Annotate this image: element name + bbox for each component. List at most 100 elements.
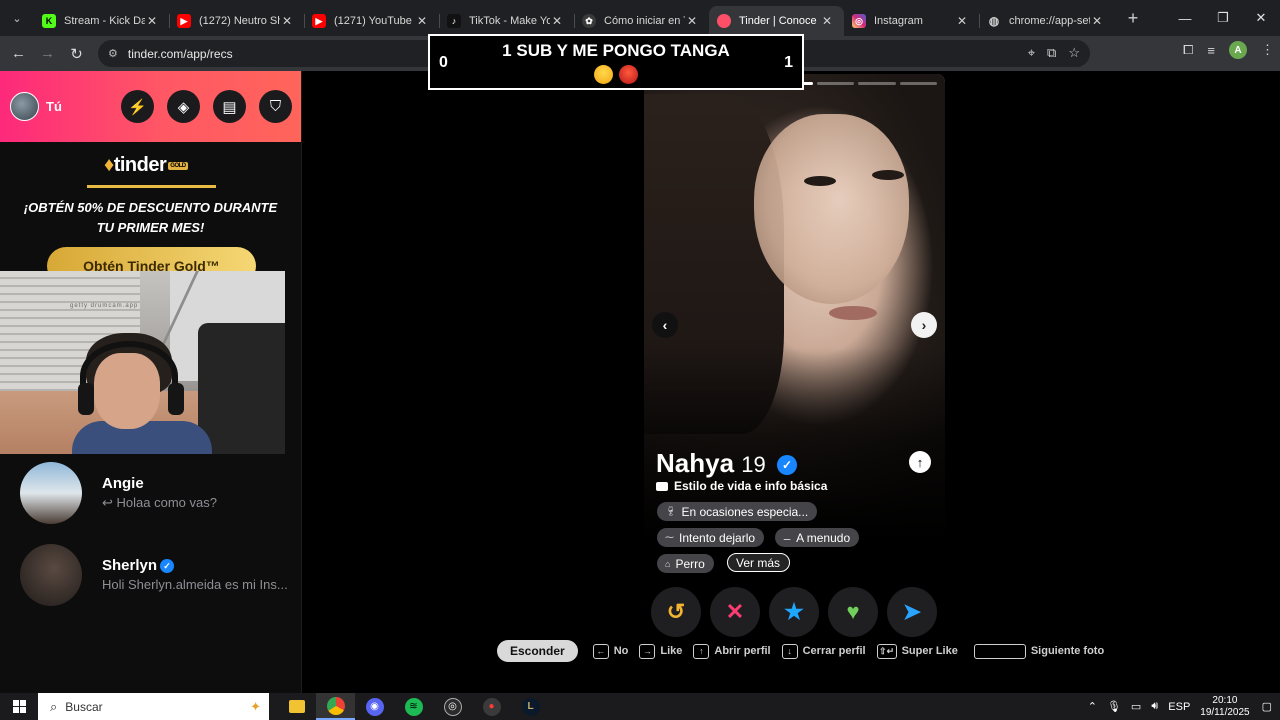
windows-start-icon[interactable] [0, 693, 38, 720]
user-avatar[interactable] [10, 92, 39, 121]
overlay-emojis [594, 65, 638, 84]
tab-tinder[interactable]: Tinder | Conoce a gente ✕ [709, 6, 844, 36]
match-item-sherlyn[interactable]: Sherlyn ✓ Holi Sherlyn.almeida es mi Ins.… [0, 544, 302, 614]
close-window-icon[interactable]: ✕ [1242, 0, 1280, 36]
see-more-button[interactable]: Ver más [727, 553, 791, 572]
chrome-icon[interactable] [316, 693, 355, 720]
taskbar-clock[interactable]: 20:10 19/11/2025 [1200, 695, 1249, 719]
photo-eye [872, 170, 904, 180]
open-profile-icon[interactable]: ↑ [909, 451, 931, 473]
search-placeholder: Buscar [65, 699, 103, 714]
boost-icon[interactable]: ⚡ [121, 90, 154, 123]
youtube-icon: ▶ [312, 14, 326, 28]
close-tab-icon[interactable]: ✕ [415, 14, 429, 28]
microphone-icon[interactable]: 🎙︎ [1107, 700, 1121, 713]
send-boost-button[interactable]: ➤ [887, 587, 937, 637]
back-icon[interactable]: ← [4, 39, 33, 69]
nope-button[interactable]: ✕ [710, 587, 760, 637]
close-tab-icon[interactable]: ✕ [955, 14, 969, 28]
like-button[interactable]: ♥ [828, 587, 878, 637]
forward-icon[interactable]: → [33, 39, 62, 69]
close-tab-icon[interactable]: ✕ [280, 14, 294, 28]
site-info-icon[interactable]: ⚙ [108, 47, 118, 60]
install-app-icon[interactable]: ⧉ [1047, 45, 1056, 61]
hint-next-photo: Siguiente foto [973, 643, 1104, 659]
extensions-icon[interactable]: ⧠ [1183, 42, 1193, 58]
kick-icon: K [42, 14, 56, 28]
profile-name: Nahya 19 ✓ [656, 448, 797, 479]
minimize-icon[interactable]: — [1166, 0, 1204, 36]
discord-icon[interactable]: ◉ [355, 693, 394, 720]
promo-text: ¡OBTÉN 50% DE DESCUENTO DURANTE TU PRIME… [23, 200, 278, 235]
system-tray: ⌃ 🎙︎ ▭ 🔊︎ ESP 20:10 19/11/2025 ▢ [1088, 693, 1280, 720]
tab-kick[interactable]: K Stream - Kick Dash ✕ [34, 6, 169, 36]
rewind-button[interactable]: ↺ [651, 587, 701, 637]
tab-tiktok[interactable]: ♪ TikTok - Make Your Day ✕ [439, 6, 574, 36]
speaker-icon[interactable]: 🔊︎ [1151, 700, 1158, 713]
headset-earcup [168, 383, 184, 415]
hint-open-profile: ↑ Abrir perfil [693, 643, 771, 659]
profile-age: 19 [741, 452, 766, 477]
tab-chrome-settings[interactable]: ◍ chrome://app-settings ✕ [979, 6, 1114, 36]
next-photo-button[interactable]: › [911, 312, 937, 338]
headset-earcup [78, 383, 94, 415]
new-tab-button[interactable]: + [1118, 8, 1148, 29]
tab-instagram[interactable]: ◎ Instagram ✕ [844, 6, 979, 36]
chevron-up-icon[interactable]: ⌃ [1088, 700, 1097, 713]
notifications-icon[interactable]: ▢ [1262, 700, 1272, 713]
close-tab-icon[interactable]: ✕ [145, 14, 159, 28]
lifestyle-heading: Estilo de vida e info básica [656, 479, 827, 493]
league-of-legends-icon[interactable]: L [511, 693, 550, 720]
photo-progress-segment [858, 82, 896, 85]
location-icon[interactable]: ⌖ [1028, 45, 1035, 61]
hint-super-like: ⇧↵ Super Like [876, 643, 958, 659]
reload-icon[interactable]: ↻ [62, 39, 91, 69]
bookmark-star-icon[interactable]: ☆ [1068, 45, 1080, 61]
tiktok-icon: ♪ [447, 14, 461, 28]
tab-chatgpt[interactable]: ✿ Cómo iniciar en Tinder ✕ [574, 6, 709, 36]
recording-app-icon[interactable]: ● [472, 693, 511, 720]
restore-icon[interactable]: ❐ [1204, 0, 1242, 36]
close-tab-icon[interactable]: ✕ [820, 14, 834, 28]
verified-badge-icon: ✓ [160, 559, 175, 573]
language-indicator[interactable]: ESP [1168, 701, 1190, 713]
space-key-icon [973, 643, 1026, 659]
tab-youtube[interactable]: ▶ (1271) YouTube ✕ [304, 6, 439, 36]
webcam-feed: getty drumcam.app [0, 271, 285, 454]
taskbar-search[interactable]: ⌕ Buscar ✦ [38, 693, 269, 720]
gold-badge: GOLD [168, 161, 188, 170]
close-tab-icon[interactable]: ✕ [1090, 14, 1104, 28]
tab-title: Stream - Kick Dash [64, 15, 145, 27]
super-like-button[interactable]: ★ [769, 587, 819, 637]
briefcase-icon[interactable]: ▤ [213, 90, 246, 123]
instagram-icon: ◎ [852, 14, 866, 28]
spotify-icon[interactable]: ≋ [394, 693, 433, 720]
obs-icon[interactable]: ◎ [433, 693, 472, 720]
angry-emoji-icon [619, 65, 638, 84]
hint-close-profile: ↓ Cerrar perfil [781, 643, 866, 659]
hide-shortcuts-button[interactable]: Esconder [497, 640, 578, 662]
headset-icon [80, 341, 178, 411]
network-icon[interactable]: ▭ [1131, 700, 1141, 713]
previous-photo-button[interactable]: ‹ [652, 312, 678, 338]
chrome-menu-icon[interactable]: ⋮ [1261, 42, 1274, 58]
reading-list-icon[interactable]: ≡ [1207, 43, 1215, 58]
explore-icon[interactable]: ◈ [167, 90, 200, 123]
hint-like: → Like [639, 643, 682, 659]
match-item-angie[interactable]: Angie ↩ Holaa como vas? [0, 462, 302, 532]
up-key-icon: ↑ [693, 643, 710, 659]
file-explorer-icon[interactable] [277, 693, 316, 720]
down-key-icon: ↓ [781, 643, 798, 659]
tag-icon [656, 482, 668, 491]
close-tab-icon[interactable]: ✕ [685, 14, 699, 28]
shield-icon[interactable]: ⛉ [259, 90, 292, 123]
tab-youtube-shorts[interactable]: ▶ (1272) Neutro Shorts ✕ [169, 6, 304, 36]
sidebar-header-actions: ⚡ ◈ ▤ ⛉ [121, 90, 292, 123]
close-tab-icon[interactable]: ✕ [550, 14, 564, 28]
chip-pets: ⌂ Perro [657, 554, 714, 573]
profile-avatar[interactable]: A [1229, 41, 1247, 59]
dumbbell-icon: ⚊ [783, 532, 792, 542]
user-name[interactable]: Tú [46, 99, 62, 114]
profile-card[interactable]: ‹ › Nahya 19 ✓ ↑ Estilo de vida e info b… [644, 74, 945, 607]
tab-search-icon[interactable]: ⌄ [0, 0, 34, 36]
